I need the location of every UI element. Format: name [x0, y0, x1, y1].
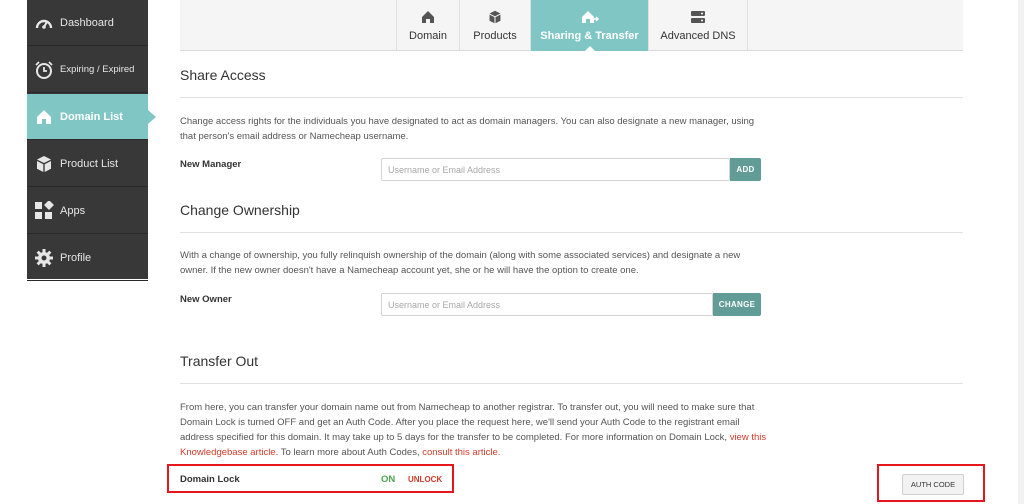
scrollbar-track[interactable]: [1018, 0, 1024, 504]
tab-label: Advanced DNS: [660, 30, 736, 42]
new-owner-label: New Owner: [180, 294, 232, 305]
auth-code-highlight: AUTH CODE: [877, 464, 985, 502]
box-icon: [488, 8, 502, 26]
divider: [180, 232, 963, 233]
unlock-button[interactable]: UNLOCK: [408, 475, 442, 484]
domain-lock-row: Domain Lock ON UNLOCK: [167, 464, 454, 493]
sidebar-item-dashboard[interactable]: Dashboard: [27, 0, 148, 46]
sidebar-item-label: Profile: [60, 251, 92, 264]
tab-sharing-transfer[interactable]: Sharing & Transfer: [530, 0, 648, 52]
change-owner-button[interactable]: CHANGE: [713, 293, 761, 316]
sidebar-item-label: Domain List: [60, 110, 123, 123]
dashboard-gauge-icon: [33, 12, 55, 34]
tab-label: Domain: [409, 30, 447, 42]
tab-domain[interactable]: Domain: [396, 0, 459, 51]
home-share-icon: [581, 8, 599, 26]
section-title-transfer-out: Transfer Out: [180, 353, 259, 369]
sidebar-item-label: Product List: [60, 157, 119, 170]
transfer-out-text: From here, you can transfer your domain …: [180, 402, 755, 443]
change-ownership-description: With a change of ownership, you fully re…: [180, 250, 741, 276]
sidebar-item-label: Expiring / Expired: [60, 64, 135, 75]
new-owner-input[interactable]: [381, 293, 713, 316]
sidebar-item-product-list[interactable]: Product List: [27, 141, 148, 187]
sidebar-item-expiring[interactable]: Expiring / Expired: [27, 47, 148, 93]
domain-lock-label: Domain Lock: [180, 474, 240, 485]
sidebar: Dashboard Expiring / Expired Domain List…: [27, 0, 156, 281]
sidebar-item-domain-list[interactable]: Domain List: [27, 94, 156, 140]
server-icon: [690, 8, 706, 26]
sidebar-item-label: Apps: [60, 204, 86, 217]
domain-tabs: Domain Products Sharing & Transfer Advan…: [180, 0, 963, 52]
domain-lock-status: ON: [381, 474, 396, 485]
divider: [180, 383, 963, 384]
clock-icon: [33, 59, 55, 81]
home-icon: [421, 8, 435, 26]
new-manager-input[interactable]: [381, 158, 730, 181]
sidebar-item-label: Dashboard: [60, 16, 114, 29]
auth-code-button[interactable]: AUTH CODE: [902, 474, 964, 495]
apps-grid-icon: [33, 200, 55, 222]
gear-icon: [33, 247, 55, 269]
share-access-description: Change access rights for the individuals…: [180, 116, 755, 142]
tab-advanced-dns[interactable]: Advanced DNS: [648, 0, 748, 51]
transfer-out-text: To learn more about Auth Codes,: [280, 447, 420, 458]
tab-label: Products: [473, 30, 517, 42]
transfer-out-description: From here, you can transfer your domain …: [180, 400, 770, 460]
auth-code-article-link[interactable]: consult this article.: [422, 447, 500, 458]
tab-products[interactable]: Products: [459, 0, 530, 51]
tab-label: Sharing & Transfer: [540, 30, 639, 42]
section-title-change-ownership: Change Ownership: [180, 202, 300, 218]
new-manager-label: New Manager: [180, 159, 242, 170]
sidebar-item-profile[interactable]: Profile: [27, 235, 148, 281]
home-icon: [33, 106, 55, 128]
add-manager-button[interactable]: ADD: [730, 158, 761, 181]
box-icon: [33, 153, 55, 175]
sidebar-item-apps[interactable]: Apps: [27, 188, 148, 234]
section-title-share-access: Share Access: [180, 67, 266, 83]
divider: [180, 97, 963, 98]
